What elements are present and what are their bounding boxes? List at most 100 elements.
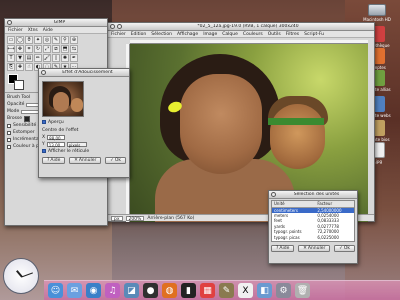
- x-input[interactable]: 88,00: [47, 134, 66, 141]
- clock-minute-hand: [21, 272, 33, 278]
- preview-icon[interactable]: ◧: [257, 283, 272, 298]
- ink-icon[interactable]: ✒: [70, 54, 78, 62]
- bucket-icon[interactable]: ▼: [16, 54, 24, 62]
- perspective-icon[interactable]: ⬒: [61, 45, 69, 53]
- units-dialog-title: Sélection des unités: [293, 192, 340, 197]
- units-row[interactable]: typogr. picas 6,0225000: [272, 235, 354, 240]
- cancel-button[interactable]: ✕ Annuler: [69, 157, 102, 164]
- menu-aide[interactable]: Aide: [43, 28, 53, 33]
- sysprefs-icon[interactable]: ⚙: [276, 283, 291, 298]
- rect-select-icon[interactable]: ▭: [7, 36, 15, 44]
- eraser-icon[interactable]: ▯: [52, 54, 60, 62]
- menu-outils[interactable]: Outils: [268, 32, 281, 37]
- background-color[interactable]: [14, 80, 24, 90]
- units-help-button[interactable]: ? Aide: [271, 245, 295, 252]
- scale-icon[interactable]: ⤢: [43, 45, 51, 53]
- help-button[interactable]: ? Aide: [42, 157, 66, 164]
- iphoto-icon[interactable]: ◪: [124, 283, 139, 298]
- finder-icon[interactable]: ☺: [48, 283, 63, 298]
- opacity-label: Opacité: [7, 102, 25, 107]
- fuzzy-icon[interactable]: ◎: [43, 36, 51, 44]
- mode-label: Mode: [7, 109, 20, 114]
- units-list: Unité Facteur centimeters 2,54000000 meter…: [271, 200, 355, 242]
- smudge-icon[interactable]: ☝: [25, 63, 33, 71]
- zoom-icon[interactable]: ⊕: [70, 36, 78, 44]
- x11-icon[interactable]: X: [238, 283, 253, 298]
- menu-selection[interactable]: Sélection: [151, 32, 172, 37]
- menu-calque[interactable]: Calque: [222, 32, 238, 37]
- fade-label: Estomper: [13, 130, 35, 135]
- crop-icon[interactable]: ⌗: [25, 45, 33, 53]
- firefox-icon[interactable]: ◍: [162, 283, 177, 298]
- mail-icon[interactable]: ✉: [67, 283, 82, 298]
- airbrush-icon[interactable]: ✺: [61, 54, 69, 62]
- units-dialog-titlebar[interactable]: Sélection des unités: [269, 191, 357, 199]
- unit-select[interactable]: px: [111, 215, 123, 222]
- sensitive-checkbox[interactable]: [7, 123, 11, 128]
- close-icon[interactable]: [41, 70, 46, 75]
- menu-couleurs[interactable]: Couleurs: [243, 32, 263, 37]
- trash-icon[interactable]: 🗑: [295, 283, 310, 298]
- measure-icon[interactable]: ⟷: [7, 45, 15, 53]
- fade-checkbox[interactable]: [7, 130, 11, 135]
- close-icon[interactable]: [110, 24, 115, 29]
- menu-fichier[interactable]: Fichier: [111, 32, 126, 37]
- toolbox-titlebar[interactable]: GIMP: [5, 19, 107, 27]
- x-label: X: [42, 134, 46, 140]
- safari-icon[interactable]: ◉: [86, 283, 101, 298]
- text-icon[interactable]: T: [7, 54, 15, 62]
- path-icon[interactable]: ✎: [52, 36, 60, 44]
- color-picker-icon[interactable]: ⚲: [61, 36, 69, 44]
- menu-script-fu[interactable]: Script-Fu: [304, 32, 324, 37]
- dvd-icon[interactable]: ●: [143, 283, 158, 298]
- unit-select[interactable]: pixels: [66, 141, 87, 148]
- effect-dialog-titlebar[interactable]: Effet d'Adoucissement: [39, 69, 129, 77]
- brush-preview[interactable]: [24, 115, 31, 122]
- ellipse-select-icon[interactable]: ◯: [16, 36, 24, 44]
- ical-icon[interactable]: ▦: [200, 283, 215, 298]
- units-ok-button[interactable]: ✓ Ok: [334, 245, 355, 252]
- desktop-icon-hd[interactable]: Macintosh HD: [362, 4, 392, 22]
- pencil-icon[interactable]: ✏: [34, 54, 42, 62]
- lasso-icon[interactable]: ϑ: [25, 36, 33, 44]
- menu-filtres[interactable]: Filtres: [286, 32, 299, 37]
- gradient-checkbox[interactable]: [7, 144, 11, 149]
- preview-checkbox[interactable]: [42, 120, 46, 124]
- image-window-titlebar[interactable]: *02_5_12a.jpg-19.0 (RVB, 1 calque) 300x2…: [108, 23, 374, 31]
- help-icon: ?: [47, 157, 50, 163]
- clone-icon[interactable]: ⎘: [7, 63, 15, 71]
- y-input[interactable]: 13,00: [46, 141, 65, 148]
- menu-xtns[interactable]: Xtns: [28, 28, 38, 33]
- incremental-checkbox[interactable]: [7, 137, 11, 142]
- gimp-icon[interactable]: ✎: [219, 283, 234, 298]
- heal-icon[interactable]: ✚: [16, 63, 24, 71]
- crosshair-checkbox[interactable]: [42, 149, 46, 153]
- minimize-icon[interactable]: [117, 24, 122, 29]
- terminal-icon[interactable]: ▮: [181, 283, 196, 298]
- close-icon[interactable]: [271, 192, 276, 197]
- center-label: Centre de l'effet: [42, 128, 79, 133]
- wand-icon[interactable]: ✦: [34, 36, 42, 44]
- effect-dialog: Effet d'Adoucissement Aperçu Centre de l…: [38, 68, 130, 178]
- units-cancel-button[interactable]: ✕ Annuler: [298, 245, 331, 252]
- itunes-icon[interactable]: ♫: [105, 283, 120, 298]
- crosshair-label: Afficher le réticule: [48, 148, 90, 154]
- zoom-select[interactable]: 200%: [125, 215, 145, 222]
- menu-affichage[interactable]: Affichage: [177, 32, 198, 37]
- close-icon[interactable]: [7, 20, 12, 25]
- ok-icon: ✓: [339, 245, 343, 251]
- factor-cell: 6,0225000: [317, 234, 339, 240]
- preview-label: Aperçu: [48, 119, 64, 125]
- menu-image[interactable]: Image: [203, 32, 217, 37]
- ok-button[interactable]: ✓ Ok: [105, 157, 126, 164]
- menu-edition[interactable]: Edition: [131, 32, 147, 37]
- brush-icon[interactable]: 🖌: [43, 54, 51, 62]
- shear-icon[interactable]: ⧄: [52, 45, 60, 53]
- move-icon[interactable]: ✥: [16, 45, 24, 53]
- status-text: Arrière-plan (567 Ko): [147, 215, 195, 221]
- rotate-icon[interactable]: ↻: [34, 45, 42, 53]
- flip-icon[interactable]: ⇆: [70, 45, 78, 53]
- menu-fichier[interactable]: Fichier: [8, 28, 23, 33]
- gradient-icon[interactable]: ▤: [25, 54, 33, 62]
- unit-cell: typogr. picas: [274, 234, 300, 240]
